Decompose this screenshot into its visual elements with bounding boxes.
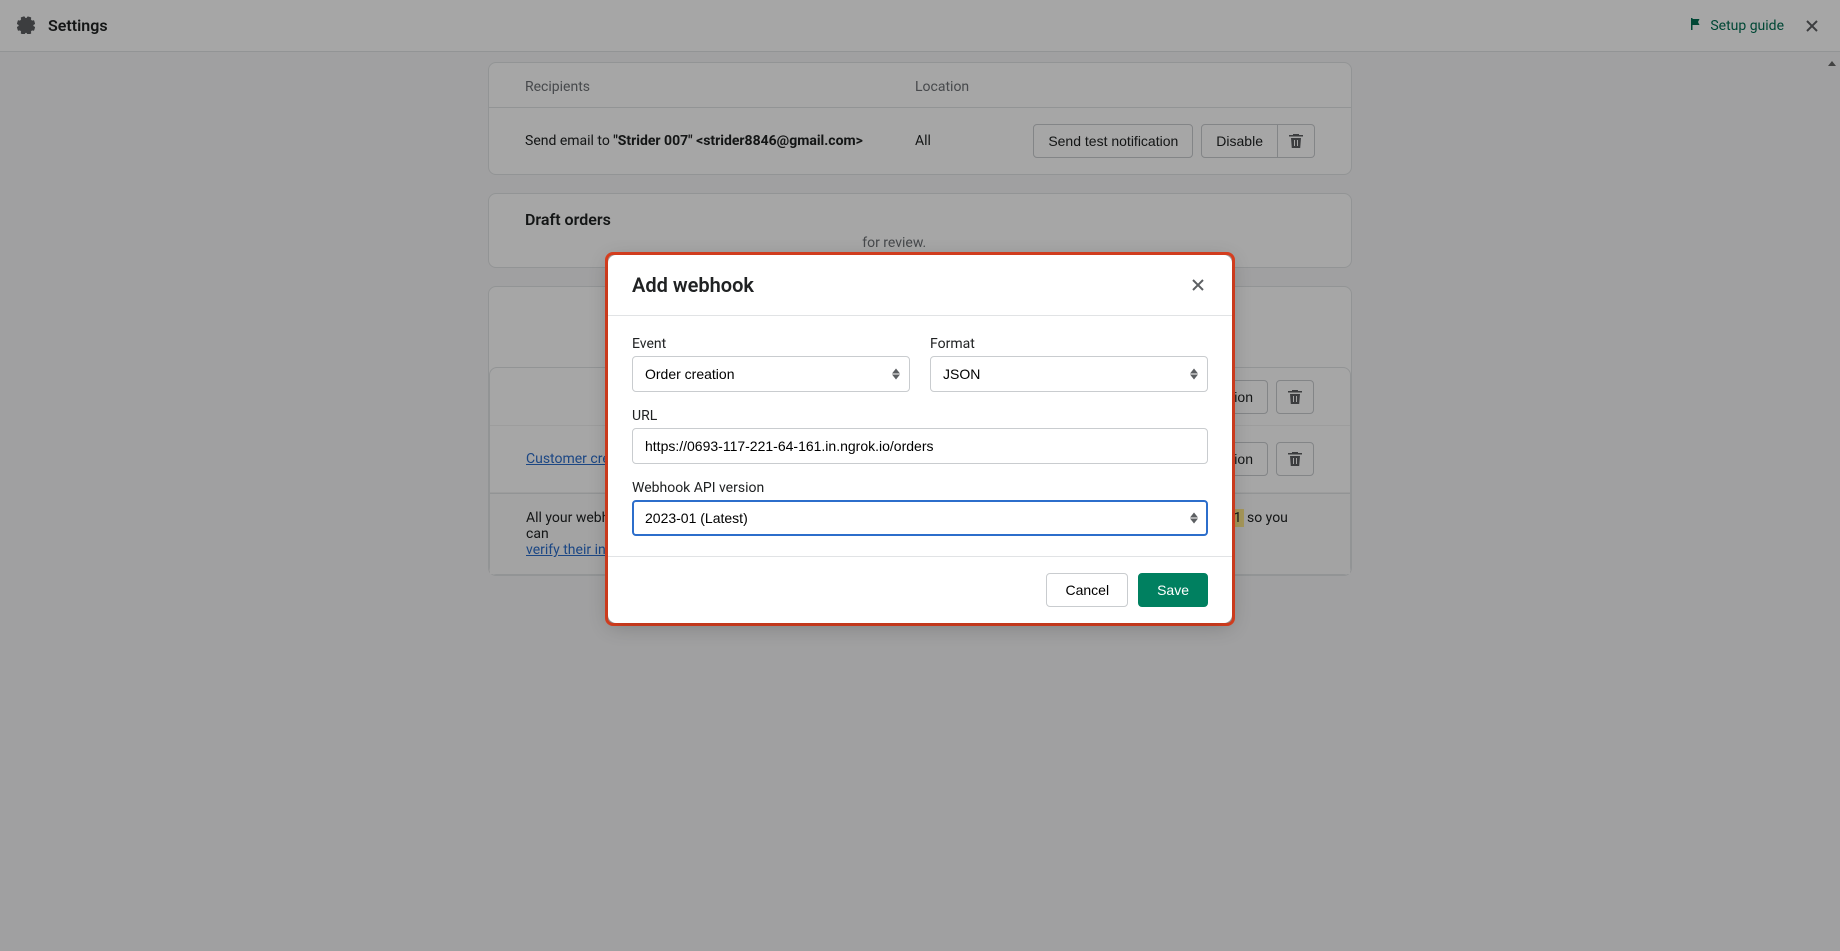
close-icon [1188,275,1208,295]
add-webhook-modal: Add webhook Event Order creation [608,255,1232,623]
modal-overlay: Add webhook Event Order creation [0,0,1840,951]
format-select[interactable]: JSON [930,356,1208,392]
modal-header: Add webhook [608,255,1232,316]
format-label: Format [930,336,1208,352]
url-input[interactable] [632,428,1208,464]
modal-close-button[interactable] [1188,275,1208,295]
cancel-button[interactable]: Cancel [1046,573,1128,607]
api-version-label: Webhook API version [632,480,1208,496]
url-label: URL [632,408,1208,424]
event-select[interactable]: Order creation [632,356,910,392]
save-button[interactable]: Save [1138,573,1208,607]
modal-body: Event Order creation Format [608,316,1232,556]
modal-footer: Cancel Save [608,556,1232,623]
event-label: Event [632,336,910,352]
modal-title: Add webhook [632,273,754,297]
api-version-select[interactable]: 2023-01 (Latest) [632,500,1208,536]
